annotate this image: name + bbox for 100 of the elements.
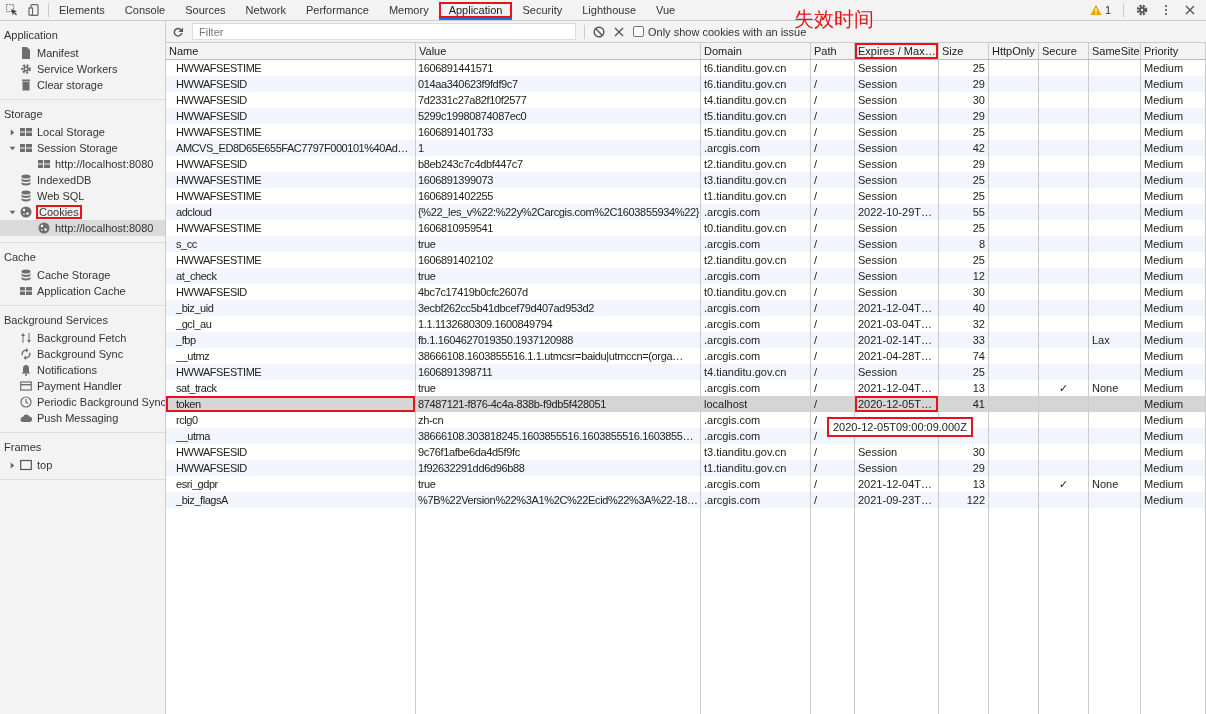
table-cell: 122 <box>939 492 989 508</box>
panel-tab[interactable]: Console <box>114 0 176 20</box>
column-header[interactable]: HttpOnly <box>989 43 1039 59</box>
expanded-arrow-icon[interactable] <box>8 144 16 152</box>
table-cell: Medium <box>1141 300 1206 316</box>
settings-icon[interactable] <box>1136 4 1148 16</box>
filter-field[interactable]: Filter <box>192 23 576 40</box>
sidebar-item[interactable]: http://localhost:8080 <box>0 220 165 236</box>
sidebar-item[interactable]: Session Storage <box>0 140 165 156</box>
panel-tab[interactable]: Performance <box>295 0 379 20</box>
sidebar-item[interactable]: Payment Handler <box>0 378 165 394</box>
panel-tab[interactable]: Lighthouse <box>572 0 647 20</box>
table-cell: t6.tianditu.gov.cn <box>701 76 811 92</box>
table-cell: / <box>811 172 855 188</box>
refresh-icon[interactable] <box>172 25 184 38</box>
cookie-icon <box>38 222 50 234</box>
table-cell: 3ecbf262cc5b41dbcef79d407ad953d2 <box>416 300 701 316</box>
column-header[interactable]: Expires / Max… <box>855 43 939 59</box>
up-down-arrows-icon <box>20 332 32 344</box>
table-cell: Medium <box>1141 172 1206 188</box>
trash-icon <box>20 79 32 91</box>
collapsed-arrow-icon[interactable] <box>8 461 16 469</box>
sidebar-item[interactable]: Cache Storage <box>0 267 165 283</box>
table-cell: 2022-10-29T… <box>855 204 939 220</box>
settings-icon <box>20 63 32 75</box>
block-icon[interactable] <box>593 25 605 38</box>
table-cell: 1606891399073 <box>416 172 701 188</box>
sidebar-item[interactable]: Periodic Background Sync <box>0 394 165 410</box>
close-icon[interactable] <box>1184 4 1196 16</box>
clear-icon[interactable] <box>613 25 625 38</box>
column-header[interactable]: Size <box>939 43 989 59</box>
sidebar-item[interactable]: IndexedDB <box>0 172 165 188</box>
table-cell: Medium <box>1141 396 1206 412</box>
column-header[interactable]: Name <box>166 43 416 59</box>
table-cell: 12 <box>939 268 989 284</box>
panel-tab[interactable]: Application <box>438 0 513 20</box>
section-title: Storage <box>3 107 44 122</box>
column-header[interactable]: SameSite <box>1089 43 1141 59</box>
sidebar-item[interactable]: Web SQL <box>0 188 165 204</box>
table-cell: Session <box>855 172 939 188</box>
table-cell: 2021-12-04T… <box>855 380 939 396</box>
item-label: Background Fetch <box>36 332 128 344</box>
table-cell: / <box>811 204 855 220</box>
table-cell: _biz_flagsA <box>166 492 416 508</box>
panel-tab[interactable]: Sources <box>175 0 236 20</box>
grid-icon <box>20 142 32 154</box>
section-title: Background Services <box>3 313 109 328</box>
sidebar-item[interactable]: Local Storage <box>0 124 165 140</box>
table-cell: sat_track <box>166 380 416 396</box>
table-cell: HWWAFSESTIME <box>166 172 416 188</box>
panel-tab[interactable]: Vue <box>646 0 686 20</box>
column-header[interactable]: Path <box>811 43 855 59</box>
sidebar-item[interactable]: Notifications <box>0 362 165 378</box>
sidebar-item[interactable]: Background Sync <box>0 346 165 362</box>
table-cell: 1 <box>416 140 701 156</box>
column-header[interactable]: Value <box>416 43 701 59</box>
column-header[interactable]: Priority <box>1141 43 1206 59</box>
panel-tab[interactable]: Elements <box>49 0 115 20</box>
table-cell: Medium <box>1141 76 1206 92</box>
column-header[interactable]: Domain <box>701 43 811 59</box>
expanded-arrow-icon[interactable] <box>8 208 16 216</box>
table-cell: 87487121-f876-4c4a-838b-f9db5f428051 <box>416 396 701 412</box>
collapsed-arrow-icon[interactable] <box>8 128 16 136</box>
sidebar-item[interactable]: Clear storage <box>0 77 165 93</box>
table-cell: true <box>416 236 701 252</box>
table-cell: 55 <box>939 204 989 220</box>
item-label: Payment Handler <box>36 380 123 392</box>
panel-tab[interactable]: Memory <box>378 0 439 20</box>
sidebar-item[interactable]: Manifest <box>0 45 165 61</box>
device-icon[interactable] <box>28 4 40 16</box>
table-cell: Medium <box>1141 428 1206 444</box>
table-cell: Lax <box>1089 332 1141 348</box>
table-cell: Medium <box>1141 460 1206 476</box>
panel-tab[interactable]: Security <box>512 0 573 20</box>
table-cell: true <box>416 268 701 284</box>
sidebar-item[interactable]: Background Fetch <box>0 330 165 346</box>
table-cell: t1.tianditu.gov.cn <box>701 460 811 476</box>
sidebar-item[interactable]: Push Messaging <box>0 410 165 426</box>
column-header[interactable]: Secure <box>1039 43 1089 59</box>
sidebar-item[interactable]: http://localhost:8080 <box>0 156 165 172</box>
sidebar-item[interactable]: Application Cache <box>0 283 165 299</box>
item-label: Cache Storage <box>36 269 112 281</box>
table-cell: .arcgis.com <box>701 268 811 284</box>
table-cell: 2021-02-14T… <box>855 332 939 348</box>
sidebar-item[interactable]: Service Workers <box>0 61 165 77</box>
sync-icon <box>20 348 32 360</box>
checkbox[interactable] <box>633 26 644 37</box>
table-cell: Medium <box>1141 364 1206 380</box>
table-cell: localhost <box>701 396 811 412</box>
clock-icon <box>20 396 32 408</box>
table-cell: fb.1.1604627019350.1937120988 <box>416 332 701 348</box>
sidebar-item[interactable]: Cookies <box>0 204 165 220</box>
panel-tab[interactable]: Network <box>235 0 296 20</box>
item-label: Cookies <box>36 205 82 219</box>
cloud-icon <box>20 412 32 424</box>
table-cell: Session <box>855 268 939 284</box>
sidebar-item[interactable]: top <box>0 457 165 473</box>
inspect-icon[interactable] <box>6 4 18 16</box>
table-cell: t4.tianditu.gov.cn <box>701 364 811 380</box>
table-cell: t5.tianditu.gov.cn <box>701 108 811 124</box>
